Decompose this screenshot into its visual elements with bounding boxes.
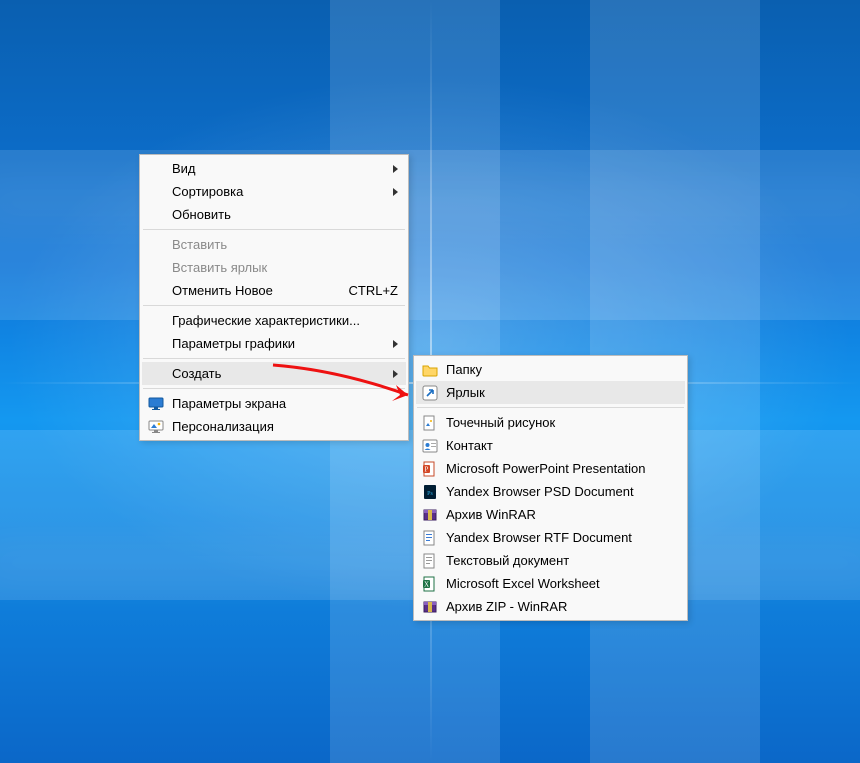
menu-item-label: Microsoft PowerPoint Presentation (446, 461, 645, 476)
svg-text:X: X (424, 580, 429, 588)
submenu-arrow-icon (393, 370, 398, 378)
winrar-icon (422, 507, 438, 523)
menu-item-label: Персонализация (172, 419, 274, 434)
submenu_create-item[interactable]: Точечный рисунок (416, 411, 685, 434)
context_menu-item[interactable]: Графические характеристики... (142, 309, 406, 332)
menu-separator (143, 305, 405, 306)
submenu-arrow-icon (393, 188, 398, 196)
menu-item-label: Создать (172, 366, 221, 381)
submenu_create-item[interactable]: Yandex Browser RTF Document (416, 526, 685, 549)
powerpoint-icon: P (422, 461, 438, 477)
menu-item-label: Параметры графики (172, 336, 295, 351)
personalize-icon (148, 419, 164, 435)
svg-text:P: P (425, 465, 429, 473)
menu-item-label: Отменить Новое (172, 283, 273, 298)
submenu-arrow-icon (393, 340, 398, 348)
context_menu-item[interactable]: Параметры экрана (142, 392, 406, 415)
menu-item-shortcut: CTRL+Z (329, 283, 398, 298)
menu-item-label: Архив WinRAR (446, 507, 536, 522)
menu-item-label: Сортировка (172, 184, 243, 199)
menu-item-label: Текстовый документ (446, 553, 569, 568)
context_menu-item: Вставить ярлык (142, 256, 406, 279)
bitmap-icon (422, 415, 438, 431)
submenu_create-item[interactable]: P Microsoft PowerPoint Presentation (416, 457, 685, 480)
context_menu-item[interactable]: Параметры графики (142, 332, 406, 355)
submenu_create-item[interactable]: X Microsoft Excel Worksheet (416, 572, 685, 595)
context_menu-item[interactable]: Отменить Новое CTRL+Z (142, 279, 406, 302)
menu-item-label: Yandex Browser RTF Document (446, 530, 632, 545)
menu-separator (417, 407, 684, 408)
menu-item-label: Графические характеристики... (172, 313, 360, 328)
menu-item-label: Архив ZIP - WinRAR (446, 599, 567, 614)
submenu_create-item[interactable]: Ps Yandex Browser PSD Document (416, 480, 685, 503)
shortcut-icon (422, 385, 438, 401)
menu-item-label: Вставить (172, 237, 227, 252)
submenu_create-item[interactable]: Архив ZIP - WinRAR (416, 595, 685, 618)
menu-item-label: Точечный рисунок (446, 415, 555, 430)
text-icon (422, 553, 438, 569)
display-icon (148, 396, 164, 412)
menu-item-label: Вставить ярлык (172, 260, 267, 275)
context_menu-item[interactable]: Вид (142, 157, 406, 180)
menu-item-label: Обновить (172, 207, 231, 222)
rtf-icon (422, 530, 438, 546)
menu-separator (143, 229, 405, 230)
winrar-icon (422, 599, 438, 615)
desktop-context-menu: Вид Сортировка Обновить Вставить Вставить яр… (139, 154, 409, 441)
context_menu-item[interactable]: Создать (142, 362, 406, 385)
psd-icon: Ps (422, 484, 438, 500)
excel-icon: X (422, 576, 438, 592)
menu-item-label: Microsoft Excel Worksheet (446, 576, 600, 591)
context_menu-item: Вставить (142, 233, 406, 256)
create-submenu: Папку Ярлык Точечный рисунок Контакт P Micros… (413, 355, 688, 621)
submenu_create-item[interactable]: Папку (416, 358, 685, 381)
menu-item-label: Параметры экрана (172, 396, 286, 411)
context_menu-item[interactable]: Сортировка (142, 180, 406, 203)
submenu-arrow-icon (393, 165, 398, 173)
contact-icon (422, 438, 438, 454)
menu-item-label: Yandex Browser PSD Document (446, 484, 634, 499)
menu-item-label: Ярлык (446, 385, 485, 400)
menu-item-label: Вид (172, 161, 196, 176)
desktop-wallpaper[interactable]: Вид Сортировка Обновить Вставить Вставить яр… (0, 0, 860, 763)
menu-item-label: Контакт (446, 438, 493, 453)
submenu_create-item[interactable]: Текстовый документ (416, 549, 685, 572)
menu-separator (143, 358, 405, 359)
context_menu-item[interactable]: Персонализация (142, 415, 406, 438)
submenu_create-item[interactable]: Контакт (416, 434, 685, 457)
submenu_create-item[interactable]: Архив WinRAR (416, 503, 685, 526)
menu-item-label: Папку (446, 362, 482, 377)
submenu_create-item[interactable]: Ярлык (416, 381, 685, 404)
menu-separator (143, 388, 405, 389)
folder-icon (422, 362, 438, 378)
context_menu-item[interactable]: Обновить (142, 203, 406, 226)
svg-text:Ps: Ps (427, 491, 433, 497)
